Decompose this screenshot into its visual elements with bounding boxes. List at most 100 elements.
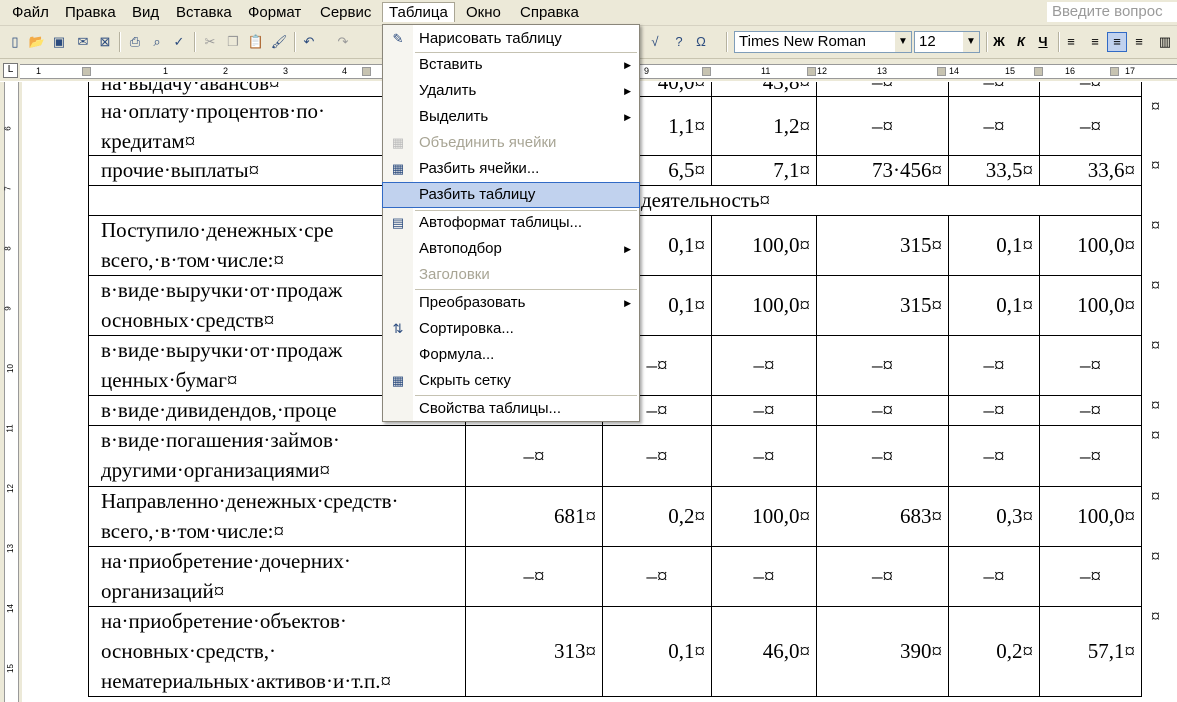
table-cell-value[interactable]: –¤: [948, 395, 1039, 425]
menu-item-7[interactable]: ▤ Автоформат таблицы...: [383, 211, 639, 235]
table-cell-value[interactable]: –¤: [816, 395, 948, 425]
tab-selector-icon[interactable]: L: [3, 63, 18, 78]
email-icon[interactable]: ⊠: [96, 33, 114, 51]
table-cell-value[interactable]: –¤: [1039, 546, 1142, 606]
menu-window[interactable]: Окно: [460, 3, 507, 22]
print-preview-icon[interactable]: ⌕: [148, 33, 166, 51]
font-name-select[interactable]: Times New Roman ▼: [734, 31, 912, 53]
table-cell-value[interactable]: –¤: [816, 96, 948, 155]
symbol-omega-icon[interactable]: Ω: [692, 33, 710, 51]
menu-item-0[interactable]: ✎ Нарисовать таблицу: [383, 27, 639, 51]
table-cell-value[interactable]: –¤: [816, 425, 948, 486]
print-icon[interactable]: ⎙: [126, 33, 144, 51]
help-question-input[interactable]: Введите вопрос: [1047, 2, 1177, 22]
menu-item-1[interactable]: Вставить ▶: [383, 53, 639, 77]
table-cell-value[interactable]: –¤: [602, 546, 711, 606]
equation-icon[interactable]: √: [646, 33, 664, 51]
bold-button[interactable]: Ж: [990, 33, 1008, 51]
table-cell-value[interactable]: 0,1¤: [602, 606, 711, 696]
undo-icon[interactable]: ↶: [300, 33, 318, 51]
table-cell-value[interactable]: 73·456¤: [816, 155, 948, 185]
open-folder-icon[interactable]: 📂: [28, 33, 46, 51]
table-cell-value[interactable]: –¤: [711, 425, 816, 486]
column-marker[interactable]: [1034, 67, 1043, 76]
table-cell-value[interactable]: 7,1¤: [711, 155, 816, 185]
table-cell-label[interactable]: в·виде·погашения·займов· другими·организа…: [88, 425, 465, 486]
menu-item-5[interactable]: ▦ Разбить ячейки...: [383, 157, 639, 181]
menu-item-2[interactable]: Удалить ▶: [383, 79, 639, 103]
column-marker[interactable]: [1110, 67, 1119, 76]
underline-button[interactable]: Ч: [1034, 33, 1052, 51]
table-cell-value[interactable]: 43,8¤: [711, 82, 816, 96]
column-marker[interactable]: [807, 67, 816, 76]
table-cell-value[interactable]: 33,6¤: [1039, 155, 1142, 185]
table-cell-value[interactable]: –¤: [948, 425, 1039, 486]
table-row[interactable]: на·приобретение·объектов· основных·средст…: [88, 606, 1160, 697]
justify-icon[interactable]: ≡: [1130, 33, 1148, 51]
table-cell-value[interactable]: 0,1¤: [948, 215, 1039, 275]
table-cell-value[interactable]: 100,0¤: [711, 215, 816, 275]
table-cell-value[interactable]: 100,0¤: [711, 486, 816, 546]
table-cell-value[interactable]: –¤: [602, 425, 711, 486]
menu-view[interactable]: Вид: [126, 3, 165, 22]
format-painter-icon[interactable]: 🖌: [270, 33, 288, 51]
menu-item-12[interactable]: Формула...: [383, 343, 639, 367]
redo-icon[interactable]: ↷: [334, 33, 352, 51]
menu-insert[interactable]: Вставка: [170, 3, 238, 22]
table-cell-value[interactable]: –¤: [948, 82, 1039, 96]
table-cell-label[interactable]: на·приобретение·дочерних· организаций¤: [88, 546, 465, 606]
column-marker[interactable]: [702, 67, 711, 76]
table-cell-label[interactable]: Направленно·денежных·средств· всего,·в·то…: [88, 486, 465, 546]
columns-icon[interactable]: ▥: [1156, 33, 1174, 51]
table-cell-value[interactable]: 315¤: [816, 215, 948, 275]
table-cell-value[interactable]: 1,2¤: [711, 96, 816, 155]
menu-item-14[interactable]: Свойства таблицы...: [383, 397, 639, 421]
table-row[interactable]: Направленно·денежных·средств· всего,·в·то…: [88, 486, 1160, 547]
help-icon[interactable]: ?: [670, 33, 688, 51]
table-cell-value[interactable]: 0,2¤: [948, 606, 1039, 696]
table-cell-value[interactable]: –¤: [948, 335, 1039, 395]
table-row[interactable]: в·виде·погашения·займов· другими·организа…: [88, 425, 1160, 487]
table-cell-value[interactable]: 46,0¤: [711, 606, 816, 696]
paste-icon[interactable]: 📋: [247, 33, 265, 51]
table-cell-value[interactable]: –¤: [816, 546, 948, 606]
font-size-select[interactable]: 12 ▼: [914, 31, 980, 53]
table-cell-value[interactable]: 315¤: [816, 275, 948, 335]
align-left-icon[interactable]: ≡: [1062, 33, 1080, 51]
table-cell-value[interactable]: –¤: [948, 546, 1039, 606]
save-icon[interactable]: ▣: [50, 33, 68, 51]
menu-file[interactable]: Файл: [6, 3, 55, 22]
table-cell-value[interactable]: 390¤: [816, 606, 948, 696]
table-cell-value[interactable]: –¤: [816, 82, 948, 96]
table-cell-value[interactable]: –¤: [1039, 82, 1142, 96]
table-cell-value[interactable]: –¤: [711, 335, 816, 395]
menu-item-3[interactable]: Выделить ▶: [383, 105, 639, 129]
table-cell-value[interactable]: 57,1¤: [1039, 606, 1142, 696]
menu-item-11[interactable]: ⇅ Сортировка...: [383, 317, 639, 341]
menu-help[interactable]: Справка: [514, 3, 585, 22]
menu-tools[interactable]: Сервис: [314, 3, 377, 22]
table-cell-value[interactable]: –¤: [465, 546, 602, 606]
table-cell-value[interactable]: –¤: [1039, 395, 1142, 425]
column-marker[interactable]: [937, 67, 946, 76]
menu-item-8[interactable]: Автоподбор ▶: [383, 237, 639, 261]
table-cell-value[interactable]: –¤: [711, 395, 816, 425]
menu-format[interactable]: Формат: [242, 3, 307, 22]
menu-item-10[interactable]: Преобразовать ▶: [383, 291, 639, 315]
table-cell-value[interactable]: –¤: [465, 425, 602, 486]
table-cell-value[interactable]: 0,2¤: [602, 486, 711, 546]
table-cell-value[interactable]: 100,0¤: [1039, 215, 1142, 275]
table-cell-value[interactable]: –¤: [711, 546, 816, 606]
table-cell-label[interactable]: на·приобретение·объектов· основных·средст…: [88, 606, 465, 696]
spelling-icon[interactable]: ✓: [170, 33, 188, 51]
table-cell-value[interactable]: 683¤: [816, 486, 948, 546]
align-center-icon[interactable]: ≡: [1086, 33, 1104, 51]
table-cell-value[interactable]: 100,0¤: [1039, 275, 1142, 335]
table-cell-value[interactable]: –¤: [948, 96, 1039, 155]
column-marker[interactable]: [362, 67, 371, 76]
chevron-down-icon[interactable]: ▼: [895, 32, 911, 52]
cut-icon[interactable]: ✂: [201, 33, 219, 51]
table-cell-value[interactable]: 0,3¤: [948, 486, 1039, 546]
table-row[interactable]: на·приобретение·дочерних· организаций¤ –¤ –…: [88, 546, 1160, 607]
table-cell-value[interactable]: 100,0¤: [1039, 486, 1142, 546]
